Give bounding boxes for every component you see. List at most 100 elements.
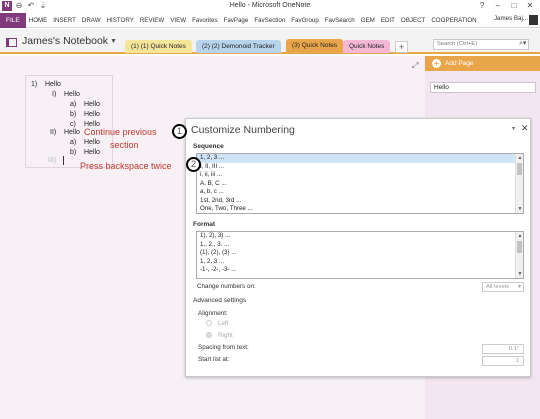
- section-tab-2[interactable]: (2) (2) Demonoid Tracker: [196, 40, 281, 53]
- outline-marker: a): [70, 139, 77, 146]
- tab-review[interactable]: REVIEW: [137, 17, 167, 24]
- add-page-button[interactable]: Add Page: [425, 56, 540, 71]
- tab-favsection[interactable]: FavSection: [251, 17, 288, 24]
- scroll-up-icon[interactable]: ▲: [516, 232, 523, 240]
- plus-circle-icon: +: [432, 59, 441, 68]
- scroll-down-icon[interactable]: ▼: [516, 270, 523, 278]
- title-bar: N ⊖ ↶ ⇣ Hello - Microsoft OneNote ? – □ …: [0, 0, 540, 13]
- tab-favpage[interactable]: FavPage: [221, 17, 252, 24]
- advanced-settings-label: Advanced settings: [193, 297, 247, 304]
- dialog-title: Customize Numbering: [191, 124, 295, 136]
- align-left-radio[interactable]: [206, 320, 212, 326]
- list-item[interactable]: 1., 2., 3. ...: [197, 241, 523, 250]
- chevron-down-icon[interactable]: ▾: [512, 125, 515, 132]
- notebook-icon: [6, 38, 17, 47]
- list-item[interactable]: I, II, III ...: [197, 163, 523, 172]
- tab-favorites[interactable]: Favorites: [189, 17, 220, 24]
- outline-item[interactable]: Hello: [84, 139, 100, 146]
- chevron-down-icon[interactable]: ▼: [110, 38, 117, 45]
- section-tab-3-active[interactable]: (3) Quick Notes: [286, 39, 344, 53]
- close-icon[interactable]: ✕: [522, 0, 538, 12]
- outline-item[interactable]: Hello: [84, 111, 100, 118]
- outline-marker: a): [70, 101, 77, 108]
- step-marker-1: 1: [172, 124, 187, 139]
- tab-draw[interactable]: DRAW: [79, 17, 104, 24]
- tab-file[interactable]: FILE: [0, 12, 26, 28]
- alignment-label: Alignment:: [198, 310, 228, 317]
- ribbon-tabs: FILE HOME INSERT DRAW HISTORY REVIEW VIE…: [0, 12, 540, 28]
- scroll-down-icon[interactable]: ▼: [516, 205, 523, 213]
- outline-item[interactable]: Hello: [64, 91, 80, 98]
- list-item[interactable]: a, b, c ...: [197, 188, 523, 197]
- outline-marker: I): [52, 91, 57, 98]
- outline-item[interactable]: Hello: [64, 129, 80, 136]
- start-list-label: Start list at:: [198, 356, 230, 363]
- list-item[interactable]: 1st, 2nd, 3rd ...: [197, 197, 523, 206]
- outline-marker: b): [70, 111, 77, 118]
- tab-history[interactable]: HISTORY: [104, 17, 137, 24]
- annotation-continue: Continue previous: [84, 127, 157, 137]
- outline-marker: II): [50, 129, 57, 136]
- outline-item[interactable]: Hello: [84, 149, 100, 156]
- tab-view[interactable]: VIEW: [167, 17, 189, 24]
- format-list[interactable]: 1), 2), 3) ... 1., 2., 3. ... (1), (2), …: [196, 231, 524, 279]
- spacing-input[interactable]: 0.1": [482, 344, 524, 354]
- search-input[interactable]: Search (Ctrl+E): [433, 39, 529, 50]
- list-item[interactable]: A, B, C ...: [197, 180, 523, 189]
- start-list-input[interactable]: 1: [482, 356, 524, 366]
- sequence-list[interactable]: 1, 2, 3 ... I, II, III ... i, ii, iii ..…: [196, 153, 524, 214]
- list-item[interactable]: i, ii, iii ...: [197, 171, 523, 180]
- list-item[interactable]: One, Two, Three ...: [197, 205, 523, 213]
- expand-icon[interactable]: ⤢: [412, 61, 418, 71]
- change-numbers-select[interactable]: All levels ▾: [482, 282, 524, 292]
- tab-cooperation[interactable]: COOPERATION: [428, 17, 479, 24]
- tab-edit[interactable]: EDIT: [378, 17, 398, 24]
- page-list-item[interactable]: Hello: [430, 82, 536, 93]
- list-item[interactable]: 1, 2, 3 ...: [197, 154, 523, 163]
- annotation-backspace: Press backspace twice: [80, 161, 172, 171]
- outline-marker: 1): [31, 81, 38, 88]
- text-cursor: [63, 156, 64, 165]
- scroll-thumb[interactable]: [517, 163, 522, 175]
- scrollbar[interactable]: ▲ ▼: [515, 232, 523, 278]
- sequence-label: Sequence: [193, 143, 224, 150]
- spacing-label: Spacing from text:: [198, 344, 249, 351]
- annotation-section: section: [110, 140, 139, 150]
- outline-marker: c): [70, 121, 76, 128]
- tab-favgroup[interactable]: FavGroup: [288, 17, 322, 24]
- minimize-icon[interactable]: –: [490, 0, 506, 12]
- chevron-down-icon: ▾: [518, 284, 521, 290]
- list-item[interactable]: -1-, -2-, -3- ...: [197, 266, 523, 275]
- avatar[interactable]: [529, 15, 538, 25]
- outline-marker: b): [70, 149, 77, 156]
- help-icon[interactable]: ?: [474, 0, 490, 12]
- scroll-thumb[interactable]: [517, 241, 522, 253]
- align-right-label: Right: [218, 332, 233, 339]
- maximize-icon[interactable]: □: [506, 0, 522, 12]
- scroll-up-icon[interactable]: ▲: [516, 154, 523, 162]
- step-marker-2: 2: [186, 157, 201, 172]
- close-icon[interactable]: ✕: [521, 123, 529, 134]
- section-tab-1[interactable]: (1) (1) Quick Notes: [125, 40, 192, 53]
- tab-object[interactable]: OBJECT: [398, 17, 428, 24]
- section-tab-4[interactable]: Quick Notes: [343, 40, 391, 53]
- user-name[interactable]: James Baj...: [494, 15, 528, 22]
- list-item[interactable]: (1), (2), (3) ...: [197, 249, 523, 258]
- align-right-radio[interactable]: [206, 332, 212, 338]
- outline-marker-pending: III): [48, 157, 57, 164]
- outline-item[interactable]: Hello: [45, 81, 61, 88]
- tab-favsearch[interactable]: FavSearch: [322, 17, 358, 24]
- list-item[interactable]: 1), 2), 3) ...: [197, 232, 523, 241]
- align-left-label: Left: [218, 320, 229, 327]
- list-item[interactable]: 1, 2, 3 ...: [197, 258, 523, 267]
- search-icon[interactable]: ⌕▾: [519, 39, 526, 48]
- add-section-button[interactable]: +: [395, 41, 408, 53]
- notebook-title[interactable]: James's Notebook: [22, 35, 108, 47]
- window-title: Hello - Microsoft OneNote: [229, 2, 311, 9]
- tab-insert[interactable]: INSERT: [50, 17, 79, 24]
- tab-home[interactable]: HOME: [26, 17, 51, 24]
- change-numbers-label: Change numbers on:: [197, 283, 256, 290]
- outline-item[interactable]: Hello: [84, 101, 100, 108]
- scrollbar[interactable]: ▲ ▼: [515, 154, 523, 213]
- tab-gem[interactable]: GEM: [358, 17, 378, 24]
